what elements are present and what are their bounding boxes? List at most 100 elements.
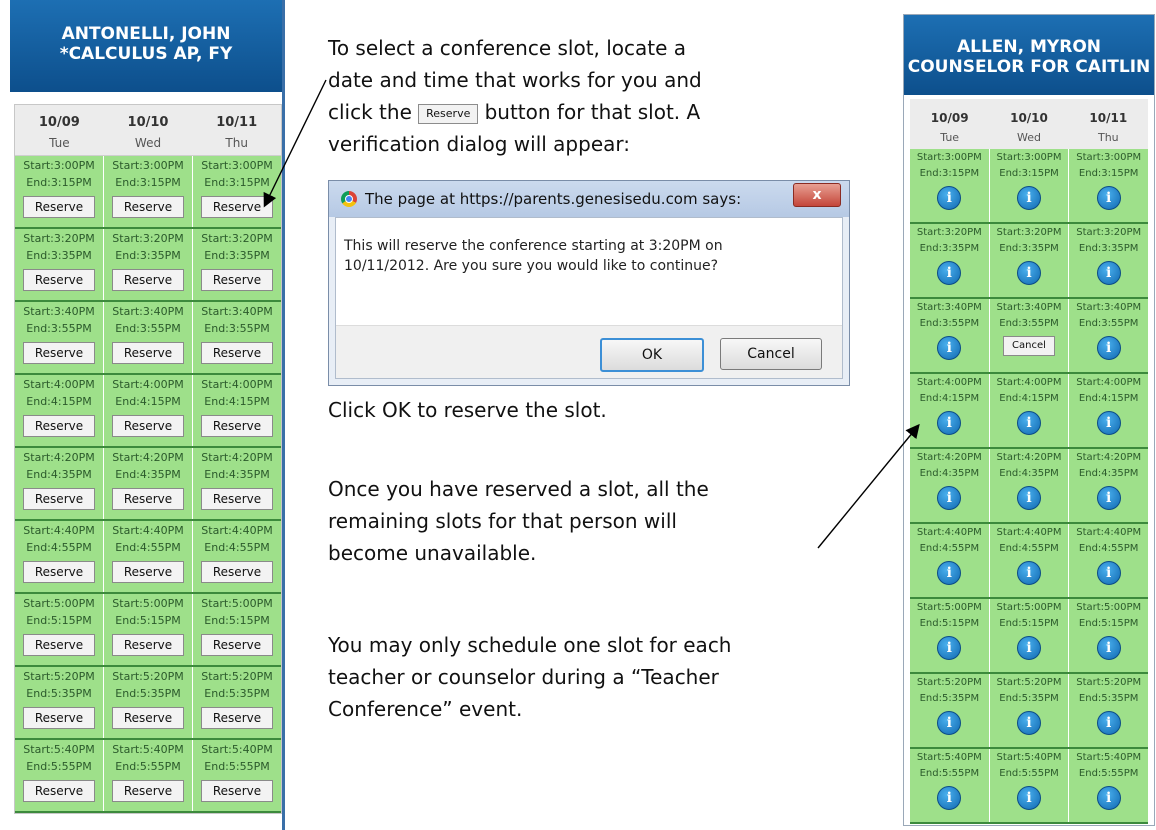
slot-row: Start:5:20PM End:5:35PM Reserve Start:5:20P… — [15, 667, 281, 740]
cancel-button[interactable]: Cancel — [720, 338, 822, 370]
ok-button[interactable]: OK — [600, 338, 704, 372]
slot-row: Start:4:20PM End:4:35PM Reserve Start:4:20P… — [15, 448, 281, 521]
reserve-button[interactable]: Reserve — [112, 707, 184, 729]
slot-start-time: Start:5:00PM — [201, 597, 273, 610]
info-icon[interactable]: i — [937, 186, 962, 210]
time-slot: Start:4:20PM End:4:35PM i — [910, 449, 990, 522]
instructions-paragraph-1: To select a conference slot, locate a da… — [328, 32, 868, 160]
reserve-button[interactable]: Reserve — [112, 415, 184, 437]
slot-end-time: End:4:35PM — [26, 468, 92, 481]
reserve-button[interactable]: Reserve — [23, 415, 95, 437]
instruction-line: remaining slots for that person will — [328, 509, 677, 533]
slot-end-time: End:3:35PM — [919, 243, 980, 254]
reserve-button[interactable]: Reserve — [201, 269, 273, 291]
slot-end-time: End:5:35PM — [919, 693, 980, 704]
info-icon[interactable]: i — [937, 786, 962, 810]
time-slot: Start:3:00PM End:3:15PM i — [910, 149, 990, 222]
info-icon[interactable]: i — [1096, 636, 1121, 660]
reserve-button[interactable]: Reserve — [23, 780, 95, 802]
slot-row: Start:5:40PM End:5:55PM i Start:5:40PM End:5… — [910, 749, 1149, 824]
info-icon[interactable]: i — [937, 711, 962, 735]
reserve-button[interactable]: Reserve — [201, 196, 273, 218]
slot-start-time: Start:3:00PM — [916, 152, 982, 163]
info-icon[interactable]: i — [1096, 261, 1121, 285]
info-icon[interactable]: i — [1096, 186, 1121, 210]
dialog-message-line: 10/11/2012. Are you sure you would like … — [344, 258, 719, 274]
reserve-button[interactable]: Reserve — [23, 196, 95, 218]
time-slot: Start:5:20PM End:5:35PM i — [910, 674, 990, 747]
time-slot: Start:3:20PM End:3:35PM Reserve — [104, 229, 193, 300]
date-header-cell: 10/11 Thu — [192, 105, 281, 155]
slot-start-time: Start:5:40PM — [1076, 752, 1142, 763]
slot-start-time: Start:5:40PM — [23, 743, 95, 756]
reserve-button[interactable]: Reserve — [112, 780, 184, 802]
info-icon[interactable]: i — [1096, 411, 1121, 435]
slot-end-time: End:3:15PM — [115, 176, 181, 189]
info-icon[interactable]: i — [1017, 186, 1041, 210]
reserve-button[interactable]: Reserve — [201, 561, 273, 583]
time-slot: Start:3:40PM End:3:55PM Reserve — [104, 302, 193, 373]
info-icon[interactable]: i — [1017, 636, 1041, 660]
slot-end-time: End:4:35PM — [204, 468, 270, 481]
reserve-button[interactable]: Reserve — [23, 707, 95, 729]
info-icon[interactable]: i — [937, 336, 962, 360]
info-icon[interactable]: i — [1017, 561, 1041, 585]
slot-end-time: End:4:15PM — [999, 393, 1059, 404]
info-icon[interactable]: i — [1096, 336, 1121, 360]
info-icon[interactable]: i — [1096, 711, 1121, 735]
reserve-button[interactable]: Reserve — [201, 780, 273, 802]
reserve-button[interactable]: Reserve — [112, 342, 184, 364]
close-button[interactable]: x — [793, 183, 841, 207]
info-icon[interactable]: i — [937, 486, 962, 510]
slot-start-time: Start:3:00PM — [201, 159, 273, 172]
info-icon[interactable]: i — [1017, 711, 1041, 735]
time-slot: Start:3:20PM End:3:35PM i — [989, 224, 1070, 297]
date-label: 10/10 — [1010, 111, 1048, 125]
reserve-button[interactable]: Reserve — [112, 634, 184, 656]
info-icon[interactable]: i — [1017, 786, 1041, 810]
info-icon[interactable]: i — [1017, 261, 1041, 285]
slot-end-time: End:3:55PM — [999, 318, 1059, 329]
time-slot: Start:4:20PM End:4:35PM Reserve — [193, 448, 281, 519]
reserve-button[interactable]: Reserve — [23, 488, 95, 510]
instruction-line: click the Reserve button for that slot. … — [328, 96, 868, 128]
info-icon[interactable]: i — [1017, 411, 1041, 435]
date-label: 10/10 — [127, 115, 169, 130]
teacher-header: ANTONELLI, JOHN *CALCULUS AP, FY — [10, 0, 282, 92]
reserve-button[interactable]: Reserve — [23, 634, 95, 656]
reserve-button[interactable]: Reserve — [201, 488, 273, 510]
reserve-button[interactable]: Reserve — [112, 196, 184, 218]
time-slot: Start:3:00PM End:3:15PM i — [989, 149, 1070, 222]
info-icon[interactable]: i — [1096, 786, 1121, 810]
reserve-button[interactable]: Reserve — [112, 488, 184, 510]
reserve-button[interactable]: Reserve — [112, 269, 184, 291]
time-slot: Start:5:40PM End:5:55PM Reserve — [193, 740, 281, 811]
info-icon[interactable]: i — [937, 561, 962, 585]
reserve-button[interactable]: Reserve — [201, 707, 273, 729]
info-icon[interactable]: i — [937, 261, 962, 285]
reserve-button[interactable]: Reserve — [23, 269, 95, 291]
info-icon[interactable]: i — [937, 636, 962, 660]
slot-start-time: Start:5:00PM — [112, 597, 184, 610]
time-slot: Start:3:00PM End:3:15PM i — [1069, 149, 1149, 222]
info-icon[interactable]: i — [1017, 486, 1041, 510]
slot-end-time: End:5:55PM — [1078, 768, 1139, 779]
reserve-button[interactable]: Reserve — [201, 634, 273, 656]
reserve-button[interactable]: Reserve — [201, 342, 273, 364]
slot-row: Start:5:40PM End:5:55PM Reserve Start:5:40P… — [15, 740, 281, 813]
cancel-reservation-button[interactable]: Cancel — [1003, 336, 1055, 356]
info-icon[interactable]: i — [1096, 486, 1121, 510]
reserve-button[interactable]: Reserve — [23, 342, 95, 364]
slot-start-time: Start:3:40PM — [916, 302, 982, 313]
slot-end-time: End:4:15PM — [1078, 393, 1139, 404]
info-icon[interactable]: i — [937, 411, 962, 435]
info-icon[interactable]: i — [1096, 561, 1121, 585]
slot-start-time: Start:4:20PM — [996, 452, 1062, 463]
reserve-button[interactable]: Reserve — [23, 561, 95, 583]
slot-end-time: End:3:35PM — [1078, 243, 1139, 254]
time-slot: Start:5:00PM End:5:15PM Reserve — [15, 594, 104, 665]
time-slot: Start:4:20PM End:4:35PM i — [1069, 449, 1149, 522]
inline-reserve-button: Reserve — [418, 103, 479, 124]
reserve-button[interactable]: Reserve — [112, 561, 184, 583]
reserve-button[interactable]: Reserve — [201, 415, 273, 437]
